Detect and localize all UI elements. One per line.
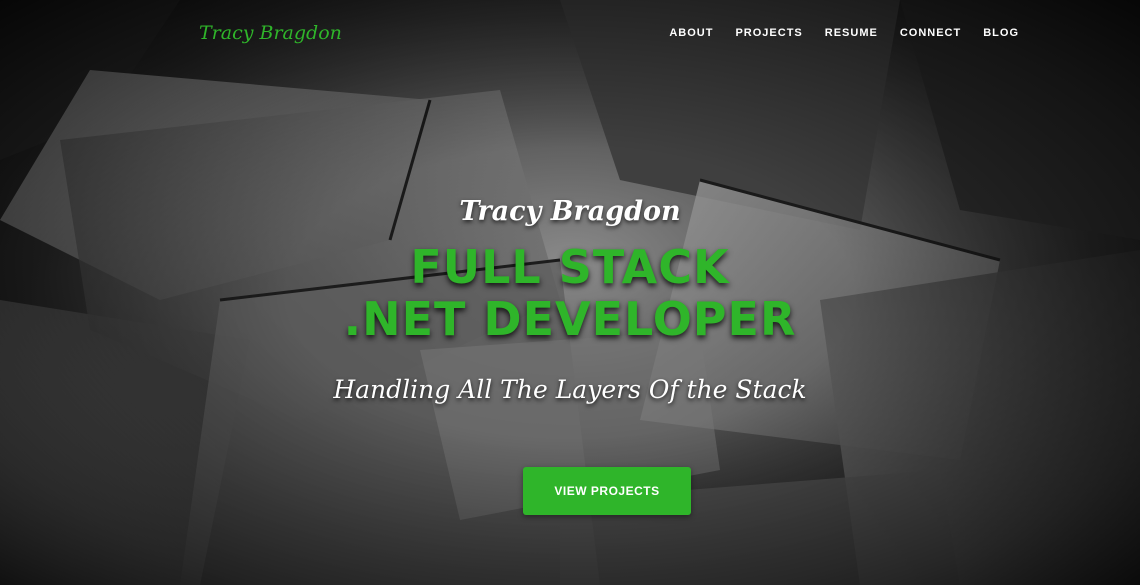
hero-title: FULL STACK .NET DEVELOPER	[0, 241, 1140, 345]
hero-title-line-2: .NET DEVELOPER	[343, 292, 797, 346]
nav-link-blog[interactable]: BLOG	[983, 27, 1019, 39]
nav-link-resume[interactable]: RESUME	[825, 27, 878, 39]
hero-section: Tracy Bragdon ABOUT PROJECTS RESUME CONN…	[0, 0, 1140, 585]
brand-logo-link[interactable]: Tracy Bragdon	[199, 22, 342, 44]
top-navbar: Tracy Bragdon ABOUT PROJECTS RESUME CONN…	[0, 0, 1140, 66]
hero-tagline: Handling All The Layers Of the Stack	[333, 375, 807, 404]
view-projects-button[interactable]: VIEW PROJECTS	[523, 467, 691, 515]
nav-link-about[interactable]: ABOUT	[669, 27, 713, 39]
nav-link-projects[interactable]: PROJECTS	[735, 27, 802, 39]
nav-link-connect[interactable]: CONNECT	[900, 27, 961, 39]
hero-title-line-1: FULL STACK	[410, 240, 730, 294]
hero-content: Tracy Bragdon FULL STACK .NET DEVELOPER …	[0, 196, 1140, 404]
hero-name: Tracy Bragdon	[459, 196, 681, 227]
nav-menu: ABOUT PROJECTS RESUME CONNECT BLOG	[669, 27, 1019, 39]
